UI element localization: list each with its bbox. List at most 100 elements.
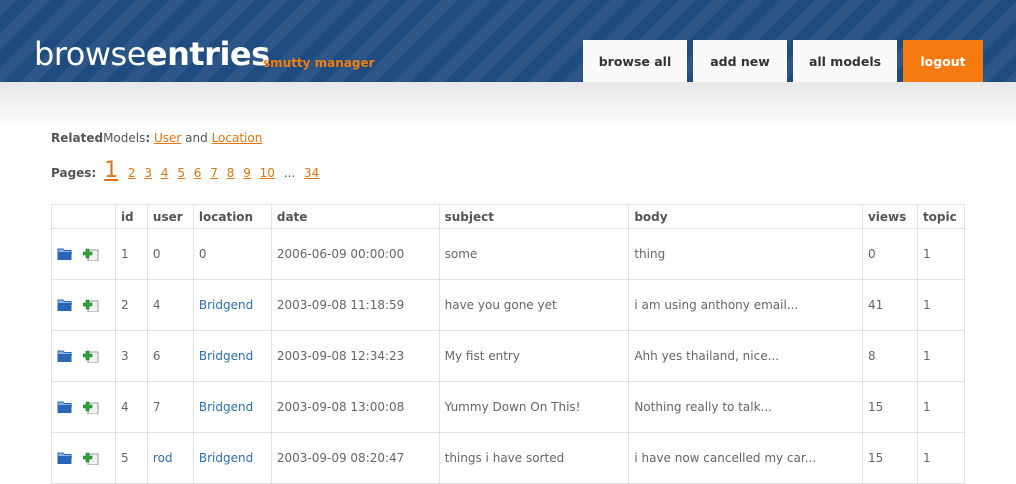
cell-location: Bridgend [192, 432, 272, 484]
title-bold: entries [145, 35, 270, 73]
col-topic[interactable]: topic [916, 204, 966, 229]
cell-body: i am using anthony email... [628, 279, 863, 331]
related-colon: : [145, 131, 151, 145]
cell-subject: some [438, 228, 630, 280]
header: browseentries smutty manager browse all … [0, 0, 1016, 82]
col-subject[interactable]: subject [438, 204, 630, 229]
add-document-icon[interactable] [83, 247, 99, 262]
cell-date: 2003-09-08 13:00:08 [270, 381, 440, 433]
page-link[interactable]: 8 [227, 166, 235, 180]
folder-view-icon[interactable] [57, 451, 73, 465]
add-document-icon[interactable] [83, 451, 99, 466]
header-shadow-band [0, 82, 1016, 130]
table-header-row: id user location date subject body views… [51, 204, 966, 229]
folder-view-icon[interactable] [57, 400, 73, 414]
cell-subject: My fist entry [438, 330, 630, 382]
page-link-current[interactable]: 1 [104, 158, 118, 183]
pagination: Pages: 1 2 3 4 5 6 7 8 9 10 ... 34 [51, 158, 324, 183]
page-link[interactable]: 5 [177, 166, 185, 180]
cell-views: 41 [861, 279, 918, 331]
cell-body: i have now cancelled my car... [628, 432, 863, 484]
cell-id: 5 [114, 432, 148, 484]
table-row: 5 rod Bridgend 2003-09-09 08:20:47 things i … [51, 432, 966, 484]
cell-topic: 1 [916, 432, 966, 484]
related-label-rest: Models [103, 131, 146, 145]
user-value: 4 [152, 298, 161, 312]
folder-view-icon[interactable] [57, 349, 73, 363]
cell-topic: 1 [916, 279, 966, 331]
cell-date: 2003-09-08 12:34:23 [270, 330, 440, 382]
location-link[interactable]: Bridgend [199, 349, 253, 363]
cell-location: 0 [192, 228, 272, 280]
related-models: RelatedModels: User and Location [51, 131, 262, 145]
table-row: 1 0 0 2006-06-09 00:00:00 some thing 0 1 [51, 228, 966, 280]
page-link[interactable]: 7 [210, 166, 218, 180]
add-new-button[interactable]: add new [693, 40, 787, 82]
row-actions [51, 279, 116, 331]
all-models-button[interactable]: all models [793, 40, 897, 82]
cell-views: 0 [861, 228, 918, 280]
pages-label: Pages: [51, 166, 97, 180]
cell-subject: things i have sorted [438, 432, 630, 484]
col-location[interactable]: location [192, 204, 272, 229]
col-id[interactable]: id [114, 204, 148, 229]
add-document-icon[interactable] [83, 298, 99, 313]
cell-body: Ahh yes thailand, nice... [628, 330, 863, 382]
col-actions [51, 204, 116, 229]
browse-all-button[interactable]: browse all [583, 40, 687, 82]
page-link[interactable]: 6 [194, 166, 202, 180]
row-actions [51, 228, 116, 280]
row-actions [51, 330, 116, 382]
tagline: smutty manager [263, 56, 375, 70]
cell-subject: have you gone yet [438, 279, 630, 331]
add-document-icon[interactable] [83, 349, 99, 364]
col-views[interactable]: views [861, 204, 918, 229]
cell-subject: Yummy Down On This! [438, 381, 630, 433]
folder-view-icon[interactable] [57, 298, 73, 312]
user-value: 7 [152, 400, 161, 414]
cell-location: Bridgend [192, 330, 272, 382]
cell-user: 0 [146, 228, 194, 280]
page-link[interactable]: 10 [260, 166, 275, 180]
location-link[interactable]: Bridgend [199, 298, 253, 312]
cell-topic: 1 [916, 381, 966, 433]
cell-user: rod [146, 432, 194, 484]
related-user-link[interactable]: User [154, 131, 181, 145]
row-actions [51, 381, 116, 433]
folder-view-icon[interactable] [57, 247, 73, 261]
table-row: 3 6 Bridgend 2003-09-08 12:34:23 My fist ent… [51, 330, 966, 382]
cell-id: 4 [114, 381, 148, 433]
title-light: browse [34, 35, 146, 73]
cell-user: 4 [146, 279, 194, 331]
cell-location: Bridgend [192, 381, 272, 433]
page-link[interactable]: 4 [161, 166, 169, 180]
cell-views: 15 [861, 381, 918, 433]
user-value: 6 [152, 349, 161, 363]
cell-views: 15 [861, 432, 918, 484]
entries-table: id user location date subject body views… [51, 204, 966, 484]
page-link[interactable]: 3 [144, 166, 152, 180]
related-location-link[interactable]: Location [212, 131, 263, 145]
page-link[interactable]: 2 [128, 166, 136, 180]
related-and: and [185, 131, 208, 145]
cell-date: 2006-06-09 00:00:00 [270, 228, 440, 280]
col-date[interactable]: date [270, 204, 440, 229]
cell-date: 2003-09-09 08:20:47 [270, 432, 440, 484]
location-link[interactable]: Bridgend [199, 400, 253, 414]
cell-id: 3 [114, 330, 148, 382]
cell-body: thing [628, 228, 863, 280]
cell-topic: 1 [916, 228, 966, 280]
add-document-icon[interactable] [83, 400, 99, 415]
col-body[interactable]: body [628, 204, 863, 229]
cell-topic: 1 [916, 330, 966, 382]
table-row: 4 7 Bridgend 2003-09-08 13:00:08 Yummy Down … [51, 381, 966, 433]
cell-location: Bridgend [192, 279, 272, 331]
cell-views: 8 [861, 330, 918, 382]
page-link[interactable]: 9 [243, 166, 251, 180]
row-actions [51, 432, 116, 484]
page-title: browseentries [34, 38, 270, 70]
logout-button[interactable]: logout [903, 40, 983, 82]
page-link-last[interactable]: 34 [304, 166, 319, 180]
col-user[interactable]: user [146, 204, 194, 229]
cell-user: 7 [146, 381, 194, 433]
